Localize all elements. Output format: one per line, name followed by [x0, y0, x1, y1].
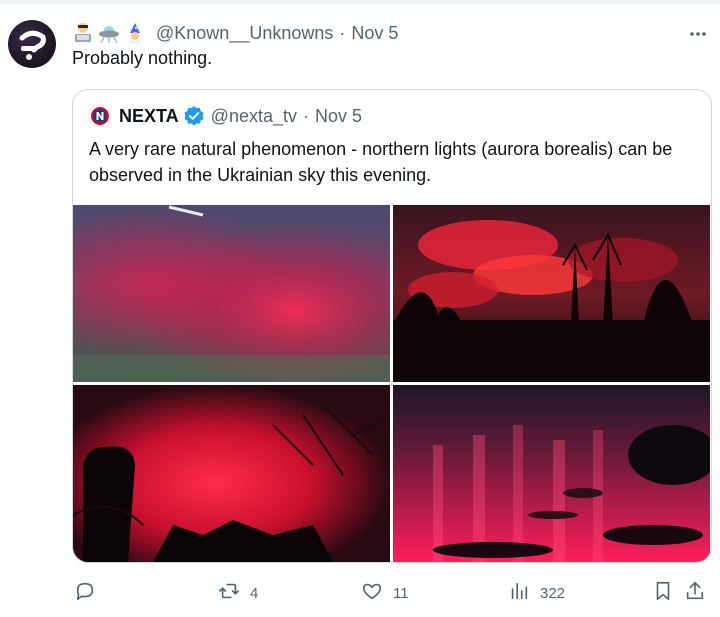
views-chart-icon — [508, 580, 530, 606]
author-avatar[interactable] — [8, 20, 56, 68]
share-icon — [684, 580, 706, 606]
reply-icon — [74, 580, 96, 606]
aurora-photo-2[interactable] — [393, 205, 710, 382]
aurora-photo-4[interactable] — [393, 385, 710, 562]
tweet-header: @Known__Unknowns · Nov 5 — [72, 20, 398, 46]
like-count: 11 — [393, 584, 409, 602]
retweet-button[interactable]: 4 — [218, 578, 258, 608]
action-bar: 4 11 322 — [72, 578, 720, 608]
quote-separator: · — [303, 105, 309, 126]
quote-author-handle[interactable]: @nexta_tv — [211, 106, 297, 127]
views-count: 322 — [540, 584, 566, 602]
heart-icon — [361, 580, 383, 606]
share-button[interactable] — [684, 578, 706, 608]
verified-badge-icon — [183, 105, 205, 127]
bookmark-button[interactable] — [652, 578, 674, 608]
quote-text: A very rare natural phenomenon - norther… — [89, 139, 673, 185]
ufo-emoji-icon — [98, 22, 120, 44]
header-separator: · — [339, 22, 346, 43]
quote-author-name[interactable]: NEXTA — [119, 106, 179, 127]
wizard-emoji-icon — [124, 22, 146, 44]
retweet-count: 4 — [250, 584, 259, 602]
reply-button[interactable] — [74, 578, 106, 608]
quote-date[interactable]: Nov 5 — [315, 106, 362, 127]
top-divider — [0, 0, 720, 4]
tweet-text: Probably nothing. — [72, 48, 213, 68]
aurora-photo-1[interactable] — [73, 205, 390, 382]
author-handle[interactable]: @Known__Unknowns — [156, 23, 333, 44]
quoted-tweet[interactable]: NEXTA @nexta_tv · Nov 5 A very rare natu… — [72, 89, 712, 563]
photo-grid — [73, 205, 711, 562]
retweet-icon — [218, 580, 240, 606]
tweet-date[interactable]: Nov 5 — [351, 23, 398, 44]
nexta-logo-icon — [88, 104, 112, 128]
quote-header: NEXTA @nexta_tv · Nov 5 — [88, 104, 362, 128]
coder-emoji-icon — [72, 22, 94, 44]
more-options-icon[interactable] — [686, 22, 710, 46]
bookmark-icon — [652, 580, 674, 606]
like-button[interactable]: 11 — [361, 578, 409, 608]
aurora-photo-3[interactable] — [73, 385, 390, 562]
views-button[interactable]: 322 — [508, 578, 565, 608]
